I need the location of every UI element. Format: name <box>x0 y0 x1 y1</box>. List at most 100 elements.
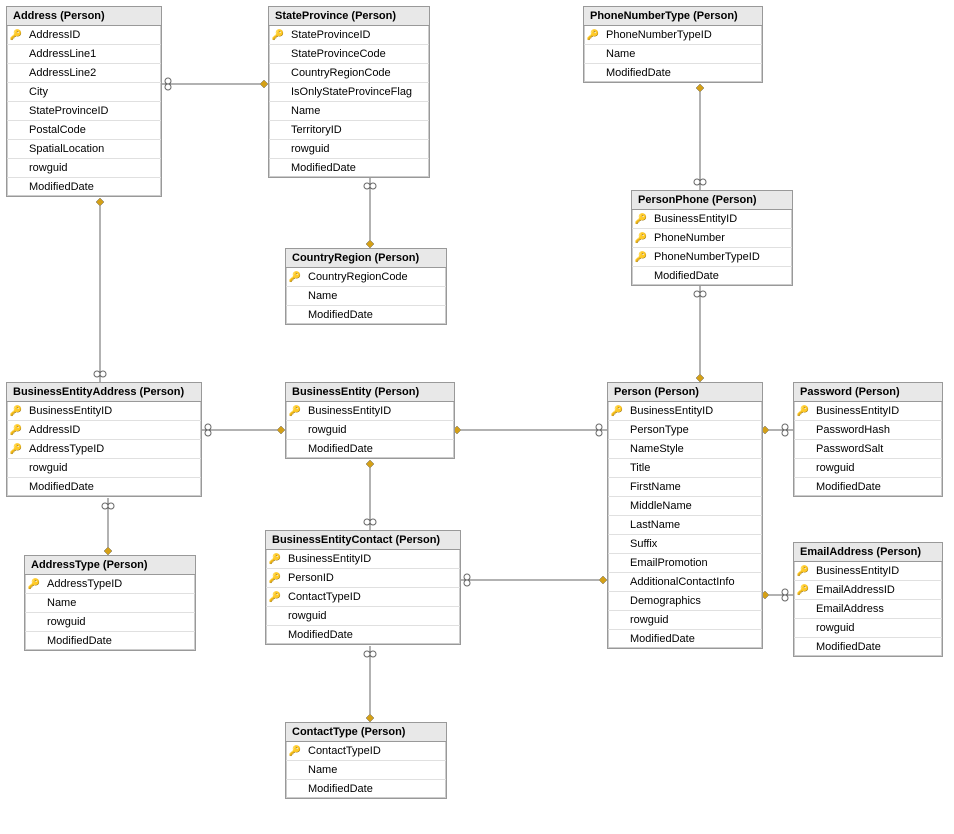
column-row[interactable]: StateProvinceCode <box>269 45 429 64</box>
column-row[interactable]: IsOnlyStateProvinceFlag <box>269 83 429 102</box>
table-title[interactable]: StateProvince (Person) <box>269 7 429 26</box>
table-title[interactable]: CountryRegion (Person) <box>286 249 446 268</box>
column-row[interactable]: Name <box>286 287 446 306</box>
column-row[interactable]: 🔑StateProvinceID <box>269 26 429 45</box>
column-row[interactable]: Name <box>286 761 446 780</box>
column-row[interactable]: City <box>7 83 161 102</box>
column-row[interactable]: 🔑BusinessEntityID <box>266 550 460 569</box>
table-title[interactable]: PhoneNumberType (Person) <box>584 7 762 26</box>
column-row[interactable]: CountryRegionCode <box>269 64 429 83</box>
column-row[interactable]: Suffix <box>608 535 762 554</box>
column-name: EmailPromotion <box>626 557 712 569</box>
column-row[interactable]: ModifiedDate <box>7 178 161 196</box>
table-PhoneNumberType[interactable]: PhoneNumberType (Person)🔑PhoneNumberType… <box>583 6 763 83</box>
table-BusinessEntityAddress[interactable]: BusinessEntityAddress (Person)🔑BusinessE… <box>6 382 202 497</box>
table-ContactType[interactable]: ContactType (Person)🔑ContactTypeIDNameMo… <box>285 722 447 799</box>
column-row[interactable]: AddressLine1 <box>7 45 161 64</box>
column-row[interactable]: PersonType <box>608 421 762 440</box>
table-title[interactable]: Password (Person) <box>794 383 942 402</box>
table-title[interactable]: BusinessEntityContact (Person) <box>266 531 460 550</box>
column-row[interactable]: ModifiedDate <box>269 159 429 177</box>
column-row[interactable]: EmailAddress <box>794 600 942 619</box>
column-row[interactable]: FirstName <box>608 478 762 497</box>
column-row[interactable]: ModifiedDate <box>794 638 942 656</box>
table-title[interactable]: ContactType (Person) <box>286 723 446 742</box>
column-row[interactable]: LastName <box>608 516 762 535</box>
table-Password[interactable]: Password (Person)🔑BusinessEntityIDPasswo… <box>793 382 943 497</box>
column-row[interactable]: Name <box>584 45 762 64</box>
column-row[interactable]: ModifiedDate <box>632 267 792 285</box>
table-title[interactable]: EmailAddress (Person) <box>794 543 942 562</box>
column-row[interactable]: 🔑BusinessEntityID <box>794 562 942 581</box>
table-EmailAddress[interactable]: EmailAddress (Person)🔑BusinessEntityID🔑E… <box>793 542 943 657</box>
column-row[interactable]: AdditionalContactInfo <box>608 573 762 592</box>
column-row[interactable]: rowguid <box>266 607 460 626</box>
column-row[interactable]: PostalCode <box>7 121 161 140</box>
column-row[interactable]: Name <box>25 594 195 613</box>
table-title[interactable]: PersonPhone (Person) <box>632 191 792 210</box>
column-row[interactable]: 🔑PersonID <box>266 569 460 588</box>
column-row[interactable]: 🔑CountryRegionCode <box>286 268 446 287</box>
column-name: ModifiedDate <box>304 309 377 321</box>
column-name: LastName <box>626 519 684 531</box>
column-row[interactable]: 🔑BusinessEntityID <box>794 402 942 421</box>
table-Address[interactable]: Address (Person)🔑AddressIDAddressLine1Ad… <box>6 6 162 197</box>
column-row[interactable]: rowguid <box>286 421 454 440</box>
column-row[interactable]: 🔑AddressTypeID <box>7 440 201 459</box>
column-row[interactable]: Demographics <box>608 592 762 611</box>
column-name: PhoneNumberTypeID <box>650 251 764 263</box>
column-row[interactable]: PasswordSalt <box>794 440 942 459</box>
column-row[interactable]: StateProvinceID <box>7 102 161 121</box>
column-row[interactable]: rowguid <box>269 140 429 159</box>
column-row[interactable]: rowguid <box>7 459 201 478</box>
column-row[interactable]: 🔑AddressID <box>7 26 161 45</box>
column-row[interactable]: 🔑EmailAddressID <box>794 581 942 600</box>
column-row[interactable]: Name <box>269 102 429 121</box>
column-row[interactable]: 🔑BusinessEntityID <box>7 402 201 421</box>
column-row[interactable]: ModifiedDate <box>286 306 446 324</box>
table-BusinessEntity[interactable]: BusinessEntity (Person)🔑BusinessEntityID… <box>285 382 455 459</box>
column-row[interactable]: rowguid <box>7 159 161 178</box>
column-row[interactable]: rowguid <box>794 619 942 638</box>
column-row[interactable]: 🔑PhoneNumber <box>632 229 792 248</box>
table-title[interactable]: Person (Person) <box>608 383 762 402</box>
column-row[interactable]: 🔑AddressID <box>7 421 201 440</box>
column-row[interactable]: AddressLine2 <box>7 64 161 83</box>
table-BusinessEntityContact[interactable]: BusinessEntityContact (Person)🔑BusinessE… <box>265 530 461 645</box>
column-row[interactable]: ModifiedDate <box>608 630 762 648</box>
column-row[interactable]: NameStyle <box>608 440 762 459</box>
column-row[interactable]: 🔑BusinessEntityID <box>632 210 792 229</box>
column-row[interactable]: 🔑ContactTypeID <box>266 588 460 607</box>
column-row[interactable]: ModifiedDate <box>286 780 446 798</box>
table-title[interactable]: BusinessEntity (Person) <box>286 383 454 402</box>
column-row[interactable]: ModifiedDate <box>286 440 454 458</box>
table-PersonPhone[interactable]: PersonPhone (Person)🔑BusinessEntityID🔑Ph… <box>631 190 793 286</box>
column-row[interactable]: ModifiedDate <box>266 626 460 644</box>
column-row[interactable]: 🔑PhoneNumberTypeID <box>584 26 762 45</box>
column-row[interactable]: MiddleName <box>608 497 762 516</box>
column-row[interactable]: rowguid <box>608 611 762 630</box>
column-row[interactable]: rowguid <box>25 613 195 632</box>
table-StateProvince[interactable]: StateProvince (Person)🔑StateProvinceIDSt… <box>268 6 430 178</box>
column-row[interactable]: Title <box>608 459 762 478</box>
column-row[interactable]: ModifiedDate <box>794 478 942 496</box>
column-row[interactable]: 🔑AddressTypeID <box>25 575 195 594</box>
table-title[interactable]: Address (Person) <box>7 7 161 26</box>
column-row[interactable]: EmailPromotion <box>608 554 762 573</box>
column-row[interactable]: PasswordHash <box>794 421 942 440</box>
table-title[interactable]: AddressType (Person) <box>25 556 195 575</box>
table-AddressType[interactable]: AddressType (Person)🔑AddressTypeIDNamero… <box>24 555 196 651</box>
column-row[interactable]: 🔑BusinessEntityID <box>286 402 454 421</box>
table-CountryRegion[interactable]: CountryRegion (Person)🔑CountryRegionCode… <box>285 248 447 325</box>
column-row[interactable]: SpatialLocation <box>7 140 161 159</box>
column-row[interactable]: 🔑BusinessEntityID <box>608 402 762 421</box>
table-title[interactable]: BusinessEntityAddress (Person) <box>7 383 201 402</box>
column-row[interactable]: ModifiedDate <box>25 632 195 650</box>
column-row[interactable]: 🔑PhoneNumberTypeID <box>632 248 792 267</box>
column-row[interactable]: rowguid <box>794 459 942 478</box>
column-row[interactable]: ModifiedDate <box>7 478 201 496</box>
column-row[interactable]: ModifiedDate <box>584 64 762 82</box>
column-row[interactable]: 🔑ContactTypeID <box>286 742 446 761</box>
column-row[interactable]: TerritoryID <box>269 121 429 140</box>
table-Person[interactable]: Person (Person)🔑BusinessEntityIDPersonTy… <box>607 382 763 649</box>
